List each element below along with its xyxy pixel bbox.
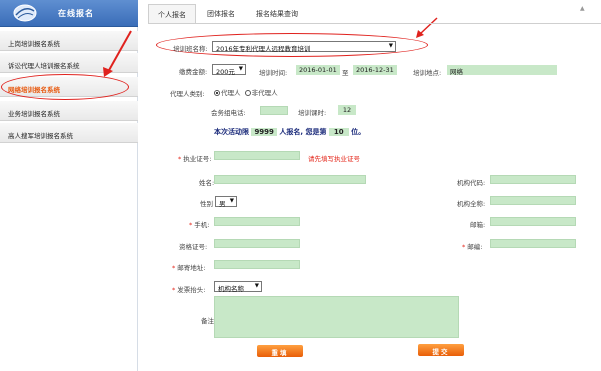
invoice-label: 发票抬头: bbox=[177, 286, 206, 294]
training-name-select[interactable]: 2016年专利代理人远程教育培训 ▼ bbox=[212, 41, 396, 53]
end-date-value: 2016-12-31 bbox=[353, 65, 397, 75]
tab-result-query[interactable]: 报名结果查询 bbox=[248, 4, 306, 24]
mobile-label-wrap: * 手机: bbox=[189, 219, 209, 229]
required-star: * bbox=[178, 155, 182, 163]
postcode-field[interactable] bbox=[490, 239, 576, 248]
gender-select[interactable]: 男 ▼ bbox=[215, 196, 237, 208]
gender-value: 男 bbox=[219, 200, 226, 208]
required-star: * bbox=[462, 243, 466, 251]
non-agent-radio[interactable] bbox=[244, 90, 251, 96]
license-field[interactable] bbox=[214, 151, 300, 160]
rank-suffix-text: 位。 bbox=[351, 128, 366, 136]
agent-type-label: 代理人类别: bbox=[170, 90, 205, 98]
non-agent-option-label: 非代理人 bbox=[251, 89, 278, 97]
mobile-label: 手机: bbox=[194, 221, 210, 229]
org-code-field[interactable] bbox=[490, 175, 576, 184]
chevron-down-icon: ▼ bbox=[254, 283, 259, 289]
org-name-label: 机构全称: bbox=[457, 200, 486, 208]
org-code-label: 机构代码: bbox=[457, 179, 486, 187]
fee-value: 200元 bbox=[216, 68, 235, 76]
limit-mid-text: 人报名, 您是第 bbox=[279, 128, 327, 136]
postcode-label: 邮编: bbox=[467, 243, 483, 251]
required-star: * bbox=[189, 221, 193, 229]
remarks-textarea[interactable] bbox=[214, 296, 459, 338]
location-label: 培训地点: bbox=[413, 69, 442, 77]
chevron-down-icon: ▼ bbox=[238, 66, 243, 72]
address-label: 邮寄地址: bbox=[177, 264, 206, 272]
invoice-label-wrap: * 发票抬头: bbox=[172, 284, 205, 294]
training-name-label: 培训班名称: bbox=[173, 45, 208, 53]
email-label: 邮箱: bbox=[470, 221, 486, 229]
mobile-field[interactable] bbox=[214, 217, 300, 226]
hours-value: 12 bbox=[338, 105, 356, 115]
reset-button[interactable]: 重填 bbox=[257, 345, 303, 357]
chevron-down-icon: ▼ bbox=[229, 198, 234, 204]
limit-prefix-text: 本次活动限 bbox=[214, 128, 249, 136]
name-label: 姓名: bbox=[199, 179, 215, 187]
address-label-wrap: * 邮寄地址: bbox=[172, 262, 205, 272]
phone-field bbox=[260, 106, 288, 115]
chevron-down-icon: ▼ bbox=[388, 43, 393, 49]
scroll-up-icon[interactable]: ▲ bbox=[580, 5, 585, 12]
training-name-value: 2016年专利代理人远程教育培训 bbox=[216, 45, 311, 53]
invoice-select[interactable]: 机构名称 ▼ bbox=[214, 281, 262, 293]
agent-type-radios: 代理人 非代理人 bbox=[214, 87, 278, 97]
phone-label: 会务组电话: bbox=[211, 109, 246, 117]
postcode-label-wrap: * 邮编: bbox=[462, 241, 482, 251]
name-field[interactable] bbox=[214, 175, 366, 184]
hours-label: 培训课时: bbox=[298, 109, 327, 117]
tab-group-registration[interactable]: 团体报名 bbox=[200, 4, 242, 24]
training-time-label: 培训时间: bbox=[259, 69, 288, 77]
cert-field[interactable] bbox=[214, 239, 300, 248]
limit-notice: 本次活动限 9999 人报名, 您是第 10 位。 bbox=[214, 127, 365, 137]
required-star: * bbox=[172, 286, 176, 294]
address-field[interactable] bbox=[214, 260, 300, 269]
license-label: 执业证号: bbox=[183, 155, 212, 163]
fee-select[interactable]: 200元 ▼ bbox=[212, 64, 246, 76]
license-hint: 请先填写执业证号 bbox=[308, 155, 360, 163]
tab-personal-registration[interactable]: 个人报名 bbox=[148, 4, 196, 24]
gender-label: 性别 bbox=[200, 200, 213, 208]
invoice-value: 机构名称 bbox=[218, 285, 244, 293]
org-name-field[interactable] bbox=[490, 196, 576, 205]
required-star: * bbox=[172, 264, 176, 272]
agent-option-label: 代理人 bbox=[221, 89, 241, 97]
rank-value: 10 bbox=[328, 128, 349, 136]
start-date-value: 2016-01-01 bbox=[296, 65, 340, 75]
date-separator: 至 bbox=[342, 69, 349, 77]
license-label-wrap: * 执业证号: bbox=[178, 153, 211, 163]
cert-label: 资格证号: bbox=[179, 243, 208, 251]
fee-label: 缴费金额: bbox=[179, 68, 208, 76]
limit-value: 9999 bbox=[251, 128, 277, 136]
agent-radio[interactable] bbox=[214, 90, 220, 96]
email-field[interactable] bbox=[490, 217, 576, 226]
tab-divider bbox=[148, 23, 601, 24]
submit-button[interactable]: 提交 bbox=[418, 344, 464, 356]
location-value: 网络 bbox=[447, 65, 557, 76]
